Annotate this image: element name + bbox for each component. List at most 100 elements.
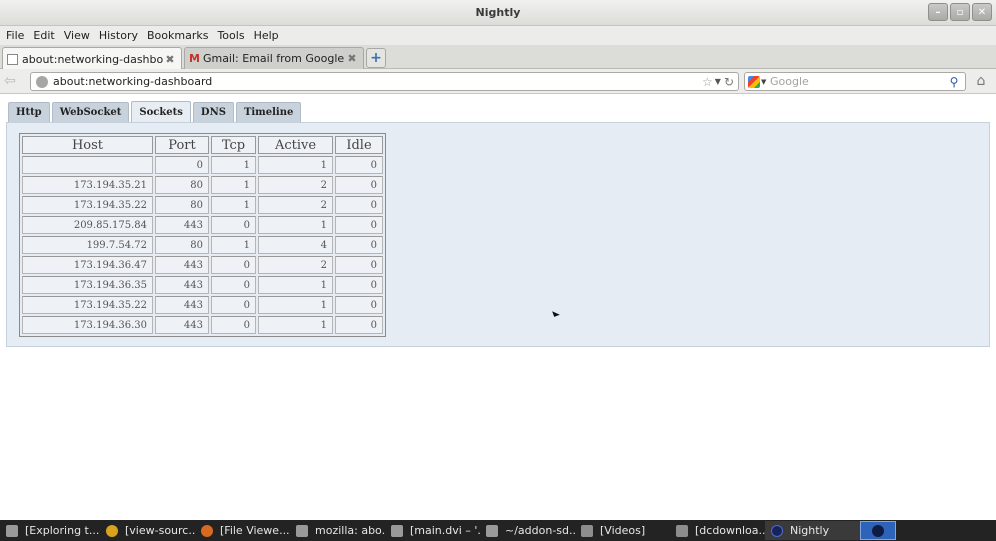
- back-button[interactable]: ⇦: [4, 73, 24, 90]
- tab-gmail[interactable]: M Gmail: Email from Google ✖: [184, 47, 364, 69]
- tab-sockets[interactable]: Sockets: [131, 101, 191, 123]
- google-icon: [748, 75, 760, 88]
- tcp-cell: 0: [211, 216, 256, 234]
- gmail-icon: M: [189, 52, 200, 65]
- tcp-cell: 0: [211, 316, 256, 334]
- tab-timeline[interactable]: Timeline: [235, 102, 302, 122]
- reload-icon[interactable]: ↻: [724, 75, 734, 89]
- home-button[interactable]: ⌂: [972, 73, 990, 90]
- taskbar-item-label: [Videos]: [600, 524, 646, 537]
- nightly-icon: [771, 524, 783, 537]
- port-cell: 0: [155, 156, 209, 174]
- host-cell: 173.194.36.35: [22, 276, 153, 294]
- active-cell: 2: [258, 176, 333, 194]
- document-icon: [391, 524, 403, 537]
- idle-cell: 0: [335, 296, 383, 314]
- tab-networking-dashboard[interactable]: about:networking-dashboard ✖: [2, 47, 182, 70]
- idle-cell: 0: [335, 156, 383, 174]
- port-cell: 443: [155, 316, 209, 334]
- host-cell: 173.194.35.22: [22, 196, 153, 214]
- taskbar: [Exploring t... [view-sourc... [File Vie…: [0, 520, 996, 541]
- chevron-down-icon: ▼: [761, 77, 767, 86]
- port-cell: 80: [155, 236, 209, 254]
- page-icon: [7, 53, 18, 65]
- maximize-button[interactable]: ▫: [950, 3, 970, 21]
- dashboard-tabs: Http WebSocket Sockets DNS Timeline: [8, 101, 302, 123]
- browser-tab-bar: about:networking-dashboard ✖ M Gmail: Em…: [0, 45, 996, 70]
- tcp-cell: 1: [211, 156, 256, 174]
- taskbar-item[interactable]: [view-sourc...: [100, 521, 195, 540]
- window-title: Nightly: [475, 6, 521, 19]
- menu-help[interactable]: Help: [254, 29, 279, 42]
- host-cell: 199.7.54.72: [22, 236, 153, 254]
- host-cell: 173.194.36.47: [22, 256, 153, 274]
- column-host: Host: [22, 136, 153, 154]
- active-cell: 1: [258, 276, 333, 294]
- active-cell: 1: [258, 296, 333, 314]
- site-identity-icon[interactable]: [36, 75, 48, 88]
- taskbar-item[interactable]: ~/addon-sd...: [480, 521, 575, 540]
- taskbar-item[interactable]: [Exploring t...: [0, 521, 100, 540]
- menu-bookmarks[interactable]: Bookmarks: [147, 29, 208, 42]
- system-tray[interactable]: [860, 521, 896, 540]
- menu-tools[interactable]: Tools: [217, 29, 244, 42]
- tab-close-icon[interactable]: ✖: [345, 52, 359, 65]
- active-cell: 4: [258, 236, 333, 254]
- tab-label: Gmail: Email from Google: [202, 52, 345, 65]
- taskbar-item-label: ~/addon-sd...: [505, 524, 575, 537]
- active-cell: 1: [258, 316, 333, 334]
- tab-websocket[interactable]: WebSocket: [51, 102, 130, 122]
- url-bar[interactable]: about:networking-dashboard ☆ ▼ ↻: [30, 72, 739, 91]
- taskbar-item[interactable]: [dcdownloa...: [670, 521, 765, 540]
- new-tab-button[interactable]: +: [366, 48, 386, 68]
- bookmark-star-icon[interactable]: ☆: [702, 75, 713, 89]
- taskbar-item[interactable]: mozilla: abo...: [290, 521, 385, 540]
- table-row: 199.7.54.72 80 1 4 0: [22, 236, 383, 254]
- table-header-row: Host Port Tcp Active Idle: [22, 136, 383, 154]
- table-row: 173.194.35.21 80 1 2 0: [22, 176, 383, 194]
- taskbar-item-nightly[interactable]: Nightly: [765, 521, 860, 540]
- table-row: 209.85.175.84 443 0 1 0: [22, 216, 383, 234]
- table-row: 173.194.36.30 443 0 1 0: [22, 316, 383, 334]
- taskbar-item-label: mozilla: abo...: [315, 524, 385, 537]
- search-icon[interactable]: ⚲: [946, 75, 962, 89]
- table-row: 173.194.35.22 443 0 1 0: [22, 296, 383, 314]
- port-cell: 80: [155, 176, 209, 194]
- tcp-cell: 1: [211, 236, 256, 254]
- active-cell: 2: [258, 256, 333, 274]
- port-cell: 443: [155, 216, 209, 234]
- port-cell: 443: [155, 256, 209, 274]
- tab-http[interactable]: Http: [8, 102, 50, 122]
- sockets-table-body: 0110 173.194.35.21 80 1 2 0 173.194.35.22 80 1…: [22, 156, 383, 334]
- tab-dns[interactable]: DNS: [192, 102, 234, 122]
- tab-close-icon[interactable]: ✖: [163, 53, 177, 66]
- menu-history[interactable]: History: [99, 29, 138, 42]
- active-cell: 1: [258, 216, 333, 234]
- search-input[interactable]: Google: [770, 75, 946, 88]
- search-bar[interactable]: ▼ Google ⚲: [744, 72, 966, 91]
- taskbar-item[interactable]: [main.dvi – '...: [385, 521, 480, 540]
- minimize-button[interactable]: –: [928, 3, 948, 21]
- search-engine-selector[interactable]: ▼: [748, 75, 770, 89]
- tab-label: about:networking-dashboard: [22, 52, 163, 66]
- menu-edit[interactable]: Edit: [33, 29, 54, 42]
- idle-cell: 0: [335, 196, 383, 214]
- active-cell: 2: [258, 196, 333, 214]
- taskbar-item[interactable]: [Videos]: [575, 521, 670, 540]
- url-history-dropdown-icon[interactable]: ▼: [715, 77, 721, 86]
- tcp-cell: 0: [211, 296, 256, 314]
- window-controls: – ▫ ✕: [928, 3, 992, 21]
- idle-cell: 0: [335, 236, 383, 254]
- taskbar-item[interactable]: [File Viewe...: [195, 521, 290, 540]
- page-content: Http WebSocket Sockets DNS Timeline Host…: [0, 95, 996, 520]
- menu-bar: File Edit View History Bookmarks Tools H…: [0, 26, 996, 45]
- idle-cell: 0: [335, 316, 383, 334]
- taskbar-item-label: [File Viewe...: [220, 524, 290, 537]
- tray-app-icon[interactable]: [872, 524, 884, 537]
- idle-cell: 0: [335, 256, 383, 274]
- tcp-cell: 1: [211, 196, 256, 214]
- close-window-button[interactable]: ✕: [972, 3, 992, 21]
- url-input[interactable]: about:networking-dashboard: [53, 75, 702, 88]
- menu-view[interactable]: View: [64, 29, 90, 42]
- menu-file[interactable]: File: [6, 29, 24, 42]
